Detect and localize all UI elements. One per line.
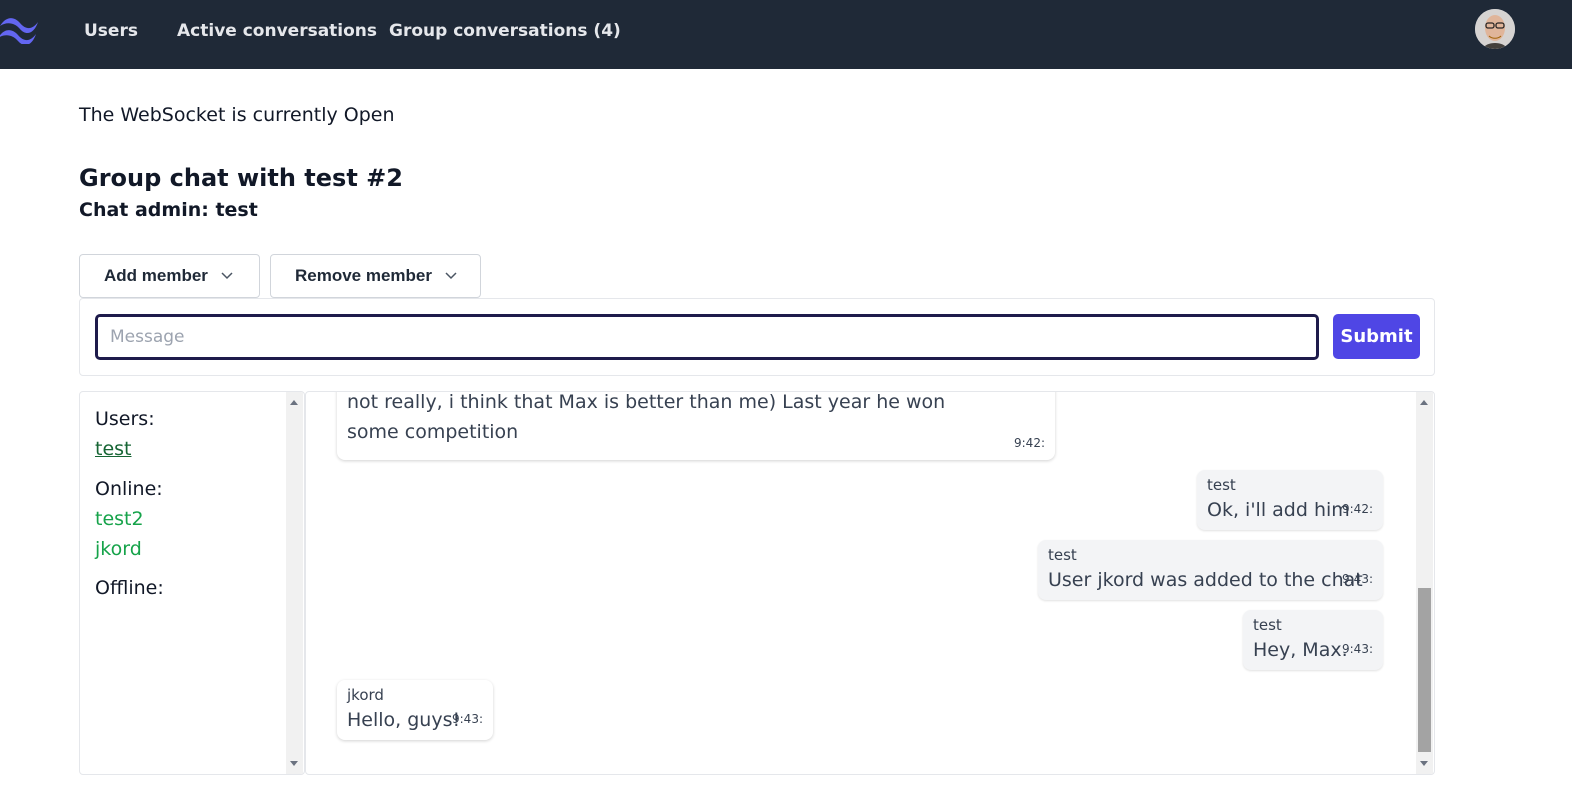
online-user-test2[interactable]: test2 <box>95 507 144 531</box>
users-scrollbar[interactable] <box>286 392 303 774</box>
nav-active-conversations-link[interactable]: Active conversations <box>177 20 377 42</box>
message-sender: test <box>1048 546 1077 564</box>
user-avatar-icon[interactable] <box>1475 9 1515 49</box>
message-bubble: test Ok, i'll add him 9:42: <box>1197 470 1383 530</box>
scrollbar-thumb[interactable] <box>1418 588 1431 752</box>
chevron-down-icon <box>221 272 233 280</box>
message-time: 9:42: <box>1342 502 1373 516</box>
message-text: not really, i think that Max is better t… <box>347 391 946 443</box>
users-section-label: Users: <box>95 408 155 430</box>
message-time: 9:43: <box>452 712 483 726</box>
message-text: Hello, guys! <box>347 709 461 731</box>
offline-section-label: Offline: <box>95 577 164 599</box>
message-bubble: not really, i think that Max is better t… <box>337 391 1055 460</box>
message-bubble: test User jkord was added to the chat 9:… <box>1038 540 1383 600</box>
message-bubble: jkord Hello, guys! 9:43: <box>337 680 493 740</box>
nav-group-conversations-link[interactable]: Group conversations (4) <box>389 20 621 42</box>
scroll-up-arrow-icon[interactable] <box>1420 400 1428 405</box>
tailwind-logo-icon[interactable] <box>0 14 40 44</box>
add-member-dropdown[interactable]: Add member <box>79 254 260 298</box>
top-navbar: Users Active conversations Group convers… <box>0 0 1572 69</box>
message-text: Ok, i'll add him <box>1207 499 1350 521</box>
add-member-label: Add member <box>104 266 208 285</box>
chevron-down-icon <box>445 272 457 280</box>
remove-member-label: Remove member <box>295 266 433 285</box>
message-sender: test <box>1253 616 1282 634</box>
message-bubble: test Hey, Max. 9:43: <box>1243 610 1383 670</box>
scroll-down-arrow-icon[interactable] <box>290 761 298 766</box>
users-panel: Users: test Online: test2 jkord Offline: <box>79 391 305 775</box>
scroll-up-arrow-icon[interactable] <box>290 400 298 405</box>
page-title: Group chat with test #2 <box>79 164 403 192</box>
user-link-test[interactable]: test <box>95 437 132 461</box>
online-user-jkord[interactable]: jkord <box>95 537 142 561</box>
message-input[interactable] <box>95 314 1319 360</box>
nav-users-link[interactable]: Users <box>84 20 138 42</box>
scroll-down-arrow-icon[interactable] <box>1420 761 1428 766</box>
message-form: Submit <box>79 298 1435 376</box>
remove-member-dropdown[interactable]: Remove member <box>270 254 481 298</box>
message-sender: test <box>1207 476 1236 494</box>
message-text: User jkord was added to the chat <box>1048 569 1363 591</box>
online-section-label: Online: <box>95 478 163 500</box>
message-time: 9:43: <box>1342 642 1373 656</box>
message-text: Hey, Max. <box>1253 639 1348 661</box>
chat-messages-panel: not really, i think that Max is better t… <box>305 391 1435 775</box>
message-sender: jkord <box>347 686 384 704</box>
submit-button[interactable]: Submit <box>1333 314 1420 359</box>
websocket-status: The WebSocket is currently Open <box>79 104 395 126</box>
chat-scrollbar[interactable] <box>1416 392 1433 774</box>
chat-admin-label: Chat admin: test <box>79 199 258 221</box>
message-time: 9:42: <box>1014 436 1045 450</box>
message-time: 9:43: <box>1342 572 1373 586</box>
